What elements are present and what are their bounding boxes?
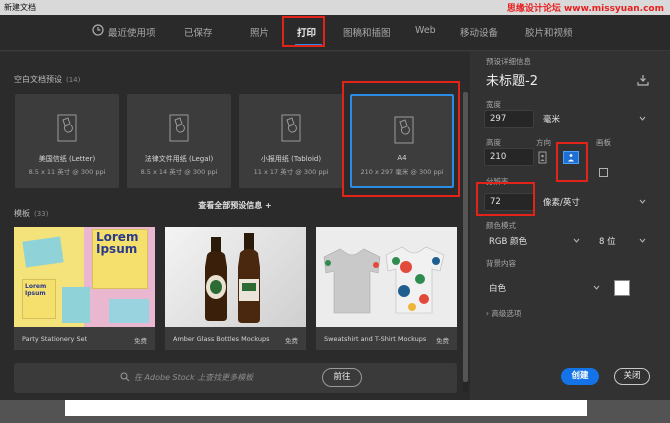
highlight-box-a4 (342, 81, 460, 197)
template-thumbnail: Lorem Ipsum Lorem Ipsum (14, 227, 155, 327)
search-input[interactable]: 在 Adobe Stock 上查找更多模板 (134, 372, 253, 383)
tab-recent[interactable]: 最近使用项 (108, 25, 156, 39)
search-icon (120, 372, 130, 382)
category-tabbar: 最近使用项 已保存 照片 打印 图稿和插图 Web 移动设备 胶片和视频 (0, 15, 670, 51)
background-select[interactable]: 白色 (484, 279, 604, 297)
template-name: Party Stationery Set (22, 335, 88, 343)
color-mode-value: RGB 颜色 (489, 237, 528, 247)
template-thumbnail (165, 227, 306, 327)
template-sweatshirt[interactable]: Sweatshirt and T-Shirt Mockups 免费 (316, 227, 457, 350)
preset-name: 美国信纸 (Letter) (38, 155, 96, 163)
blank-presets-heading: 空白文档预设 (14) (14, 74, 80, 85)
template-price: 免费 (134, 337, 147, 345)
template-amber-bottles[interactable]: Amber Glass Bottles Mockups 免费 (165, 227, 306, 350)
background-color-swatch[interactable] (614, 280, 630, 296)
presets-scrollbar[interactable] (463, 92, 468, 392)
thumb-text: Ipsum (96, 242, 138, 256)
template-price: 免费 (436, 337, 449, 345)
details-header: 预设详细信息 (486, 57, 531, 66)
preset-name: 法律文件用纸 (Legal) (144, 155, 214, 163)
preset-name: 小报用纸 (Tabloid) (260, 155, 322, 163)
advanced-options-label: 高级选项 (491, 309, 522, 318)
height-field[interactable]: 210 (484, 148, 534, 166)
highlight-box-print-tab (282, 16, 325, 47)
color-mode-label: 颜色模式 (486, 221, 516, 230)
preset-legal[interactable]: 法律文件用纸 (Legal) 8.5 x 14 英寸 @ 300 ppi (127, 94, 231, 188)
preset-size: 11 x 17 英寸 @ 300 ppi (253, 168, 329, 176)
templates-count: (33) (34, 210, 49, 218)
chevron-down-icon (639, 238, 646, 243)
templates-heading: 模板 (33) (14, 208, 48, 219)
height-label: 高度 (486, 138, 501, 147)
preset-size: 8.5 x 11 英寸 @ 300 ppi (28, 168, 106, 176)
width-unit-select[interactable]: 毫米 (538, 110, 650, 128)
view-all-presets-link[interactable]: 查看全部预设信息 + (0, 200, 470, 211)
stock-search-bar: 在 Adobe Stock 上查找更多模板 前往 (14, 363, 457, 393)
presets-pane: 空白文档预设 (14) 美国信纸 (Letter) 8.5 x 11 英寸 @ 3… (0, 52, 470, 400)
width-field[interactable]: 297 (484, 110, 534, 128)
artboard-label: 画板 (596, 138, 611, 147)
chevron-down-icon (593, 285, 600, 290)
width-label: 宽度 (486, 100, 501, 109)
chevron-down-icon (639, 199, 646, 204)
document-icon (281, 114, 301, 142)
blank-presets-count: (14) (66, 76, 81, 84)
artboard-checkbox[interactable] (599, 168, 608, 177)
orientation-label: 方向 (536, 138, 551, 147)
close-button[interactable]: 关闭 (614, 368, 650, 385)
template-name: Amber Glass Bottles Mockups (173, 335, 270, 343)
templates-title: 模板 (14, 209, 30, 218)
chevron-right-icon: › (486, 309, 489, 318)
tab-web[interactable]: Web (415, 25, 436, 36)
document-icon (57, 114, 77, 142)
highlight-box-orientation (556, 142, 588, 182)
clock-icon (92, 24, 104, 39)
bit-depth-value: 8 位 (599, 237, 616, 247)
watermark-text: 思缘设计论坛 www.missyuan.com (506, 4, 664, 14)
window-title: 新建文档 (4, 3, 36, 12)
portrait-orientation-icon[interactable] (536, 151, 549, 164)
caption-bar (65, 400, 587, 416)
background-label: 背景内容 (486, 259, 516, 268)
template-thumbnail (316, 227, 457, 327)
document-name-input[interactable]: 未标题-2 (486, 70, 538, 89)
advanced-options-toggle[interactable]: › 高级选项 (486, 308, 521, 319)
scrollbar-thumb[interactable] (463, 92, 468, 382)
thumb-text: Lorem (25, 283, 47, 290)
thumb-text: Ipsum (25, 290, 46, 297)
tab-saved[interactable]: 已保存 (184, 25, 213, 39)
new-document-dialog: 最近使用项 已保存 照片 打印 图稿和插图 Web 移动设备 胶片和视频 空白文… (0, 15, 670, 400)
resolution-unit-value: 像素/英寸 (543, 198, 580, 208)
create-button[interactable]: 创建 (561, 368, 599, 385)
color-mode-select[interactable]: RGB 颜色 (484, 232, 584, 250)
chevron-down-icon (639, 116, 646, 121)
document-icon (169, 114, 189, 142)
tab-art-illustration[interactable]: 图稿和插图 (343, 25, 391, 39)
bottles-illustration (205, 233, 260, 323)
shirts-illustration (323, 246, 445, 314)
tab-mobile[interactable]: 移动设备 (460, 25, 498, 39)
preset-letter[interactable]: 美国信纸 (Letter) 8.5 x 11 英寸 @ 300 ppi (15, 94, 119, 188)
save-preset-icon[interactable] (637, 74, 649, 86)
chevron-down-icon (573, 238, 580, 243)
preset-details-pane: 预设详细信息 未标题-2 宽度 297 毫米 高度 210 方向 画板 分辨率 … (474, 52, 670, 400)
template-party-stationery[interactable]: Lorem Ipsum Lorem Ipsum Party Stationery… (14, 227, 155, 350)
background-value: 白色 (489, 284, 507, 294)
bit-depth-select[interactable]: 8 位 (594, 232, 650, 250)
width-unit-value: 毫米 (543, 115, 561, 125)
resolution-unit-select[interactable]: 像素/英寸 (538, 193, 650, 211)
template-price: 免费 (285, 337, 298, 345)
go-button[interactable]: 前往 (322, 368, 362, 387)
template-name: Sweatshirt and T-Shirt Mockups (324, 335, 427, 343)
highlight-box-resolution (476, 182, 535, 216)
blank-presets-title: 空白文档预设 (14, 75, 62, 84)
preset-size: 8.5 x 14 英寸 @ 300 ppi (140, 168, 218, 176)
tab-film-video[interactable]: 胶片和视频 (525, 25, 573, 39)
preset-tabloid[interactable]: 小报用纸 (Tabloid) 11 x 17 英寸 @ 300 ppi (239, 94, 343, 188)
tab-photo[interactable]: 照片 (250, 25, 269, 39)
